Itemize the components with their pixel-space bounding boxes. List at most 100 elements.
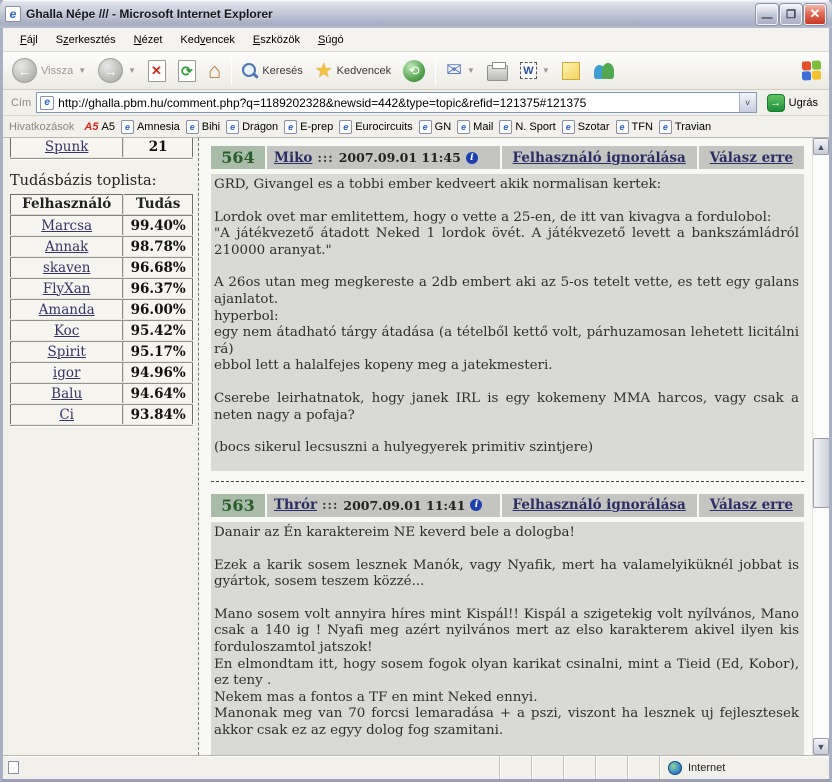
favorites-button[interactable]: ★ Kedvencek — [310, 59, 396, 83]
browser-window: e Ghalla Népe /// - Microsoft Internet E… — [0, 0, 832, 782]
table-row: Amanda96.00% — [11, 299, 193, 320]
user-link[interactable]: skaven — [43, 260, 90, 276]
title-bar[interactable]: e Ghalla Népe /// - Microsoft Internet E… — [0, 0, 832, 28]
link-dragon[interactable]: eDragon — [226, 120, 278, 134]
table-row: Balu94.64% — [11, 383, 193, 404]
link-bihi[interactable]: eBihi — [186, 120, 220, 134]
user-link[interactable]: Koc — [54, 323, 79, 339]
status-page-icon — [8, 761, 19, 774]
address-dropdown-button[interactable]: ˅ — [739, 93, 756, 112]
vertical-scrollbar[interactable]: ▲ ▼ — [812, 138, 829, 755]
back-dropdown-icon[interactable]: ▼ — [78, 66, 86, 75]
menu-file[interactable]: Fájl — [11, 31, 47, 49]
ie-page-icon: e — [562, 120, 575, 134]
close-button[interactable]: ✕ — [804, 4, 826, 25]
ie-page-icon: e — [284, 120, 297, 134]
author-link[interactable]: Miko — [274, 150, 312, 166]
menu-edit[interactable]: Szerkesztés — [47, 31, 125, 49]
address-input[interactable]: e http://ghalla.pbm.hu/comment.php?q=118… — [36, 92, 756, 113]
link-nsport[interactable]: eN. Sport — [499, 120, 555, 134]
ignore-user-link[interactable]: Felhasználó ignorálása — [513, 150, 686, 166]
reply-link[interactable]: Válasz erre — [710, 497, 793, 513]
post-paragraph: A 26os utan meg megkereste a 2db embert … — [214, 275, 799, 375]
url-text: http://ghalla.pbm.hu/comment.php?q=11892… — [58, 96, 586, 110]
menu-favorites[interactable]: Kedvencek — [171, 31, 243, 49]
info-icon[interactable]: i — [470, 499, 482, 511]
user-link[interactable]: Spirit — [47, 344, 85, 360]
link-eprep[interactable]: eE-prep — [284, 120, 333, 134]
link-travian[interactable]: eTravian — [659, 120, 711, 134]
refresh-button[interactable]: ⟳ — [173, 58, 201, 84]
ignore-user-link[interactable]: Felhasználó ignorálása — [513, 497, 686, 513]
address-label: Cím — [11, 97, 31, 109]
forum-post-564: 564 Miko ::: 2007.09.01 11:45 i Felhaszn… — [211, 146, 804, 471]
user-link[interactable]: Marcsa — [41, 218, 92, 234]
info-icon[interactable]: i — [466, 152, 478, 164]
edit-dropdown-icon[interactable]: ▼ — [542, 66, 550, 75]
menu-view[interactable]: Nézet — [125, 31, 172, 49]
menu-help[interactable]: Súgó — [309, 31, 353, 49]
link-mail[interactable]: eMail — [457, 120, 493, 134]
scroll-down-icon[interactable]: ▼ — [813, 738, 829, 755]
minimize-button[interactable]: — — [756, 4, 778, 25]
stop-icon: ✕ — [148, 60, 166, 82]
post-number: 563 — [211, 494, 265, 517]
ie-page-icon: e — [616, 120, 629, 134]
user-link[interactable]: Annak — [45, 239, 88, 255]
table-header-row: FelhasználóTudás — [11, 194, 193, 215]
link-tfn[interactable]: eTFN — [616, 120, 653, 134]
user-link[interactable]: igor — [53, 365, 81, 381]
go-button[interactable]: → Ugrás — [762, 93, 823, 113]
forward-button[interactable]: → ▼ — [93, 56, 141, 85]
menu-tools[interactable]: Eszközök — [244, 31, 309, 49]
post-paragraph: Danair az Én karaktereim NE keverd bele … — [214, 525, 799, 542]
mail-button[interactable]: ✉ ▼ — [441, 57, 480, 84]
reply-link[interactable]: Válasz erre — [710, 150, 793, 166]
user-link[interactable]: Spunk — [45, 139, 88, 155]
link-a5[interactable]: A5A5 — [84, 121, 115, 133]
home-button[interactable]: ⌂ — [203, 58, 226, 84]
forward-dropdown-icon[interactable]: ▼ — [128, 66, 136, 75]
scrollbar-thumb[interactable] — [813, 438, 829, 508]
mail-dropdown-icon[interactable]: ▼ — [467, 66, 475, 75]
back-button[interactable]: ← Vissza ▼ — [7, 56, 91, 85]
table-row: Spunk 21 — [11, 138, 193, 158]
ie-page-icon: e — [121, 120, 134, 134]
status-cell — [595, 756, 627, 779]
search-button[interactable]: Keresés — [237, 61, 307, 81]
scroll-up-icon[interactable]: ▲ — [813, 138, 829, 155]
windows-flag-logo — [802, 60, 821, 80]
messenger-icon — [592, 61, 616, 81]
user-link[interactable]: Amanda — [39, 302, 95, 318]
post-paragraph: (bocs sikerul lecsuszni a hulyegyerek pr… — [214, 440, 799, 457]
messenger-button[interactable] — [587, 59, 621, 83]
table-row: Marcsa99.40% — [11, 215, 193, 236]
search-icon — [242, 63, 258, 79]
page-icon: e — [40, 96, 54, 110]
page-content: Spunk 21 Tudásbázis toplista: Felhasznál… — [3, 138, 829, 755]
sidebar-top-table: Spunk 21 — [10, 138, 193, 159]
print-button[interactable] — [482, 59, 513, 83]
user-link[interactable]: Balu — [51, 386, 82, 402]
discuss-button[interactable] — [557, 60, 585, 82]
internet-globe-icon — [668, 761, 682, 775]
user-link[interactable]: Ci — [59, 407, 74, 423]
history-icon: ⟲ — [403, 60, 425, 82]
link-gn[interactable]: eGN — [419, 120, 452, 134]
author-link[interactable]: Thrór — [274, 497, 317, 513]
history-button[interactable]: ⟲ — [398, 58, 430, 84]
favorites-star-icon: ★ — [315, 61, 333, 81]
stop-button[interactable]: ✕ — [143, 58, 171, 84]
link-eurocircuits[interactable]: eEurocircuits — [339, 120, 412, 134]
user-link[interactable]: FlyXan — [43, 281, 91, 297]
maximize-button[interactable]: ❐ — [780, 4, 802, 25]
link-amnesia[interactable]: eAmnesia — [121, 120, 180, 134]
post-header: 564 Miko ::: 2007.09.01 11:45 i Felhaszn… — [211, 146, 804, 169]
table-row: FlyXan96.37% — [11, 278, 193, 299]
toplist-heading: Tudásbázis toplista: — [10, 173, 193, 189]
ie-logo-icon: e — [5, 6, 21, 22]
edit-button[interactable]: W ▼ — [515, 60, 555, 81]
post-body: Danair az Én karaktereim NE keverd bele … — [211, 522, 804, 755]
status-bar: Internet — [3, 755, 829, 779]
link-szotar[interactable]: eSzotar — [562, 120, 610, 134]
